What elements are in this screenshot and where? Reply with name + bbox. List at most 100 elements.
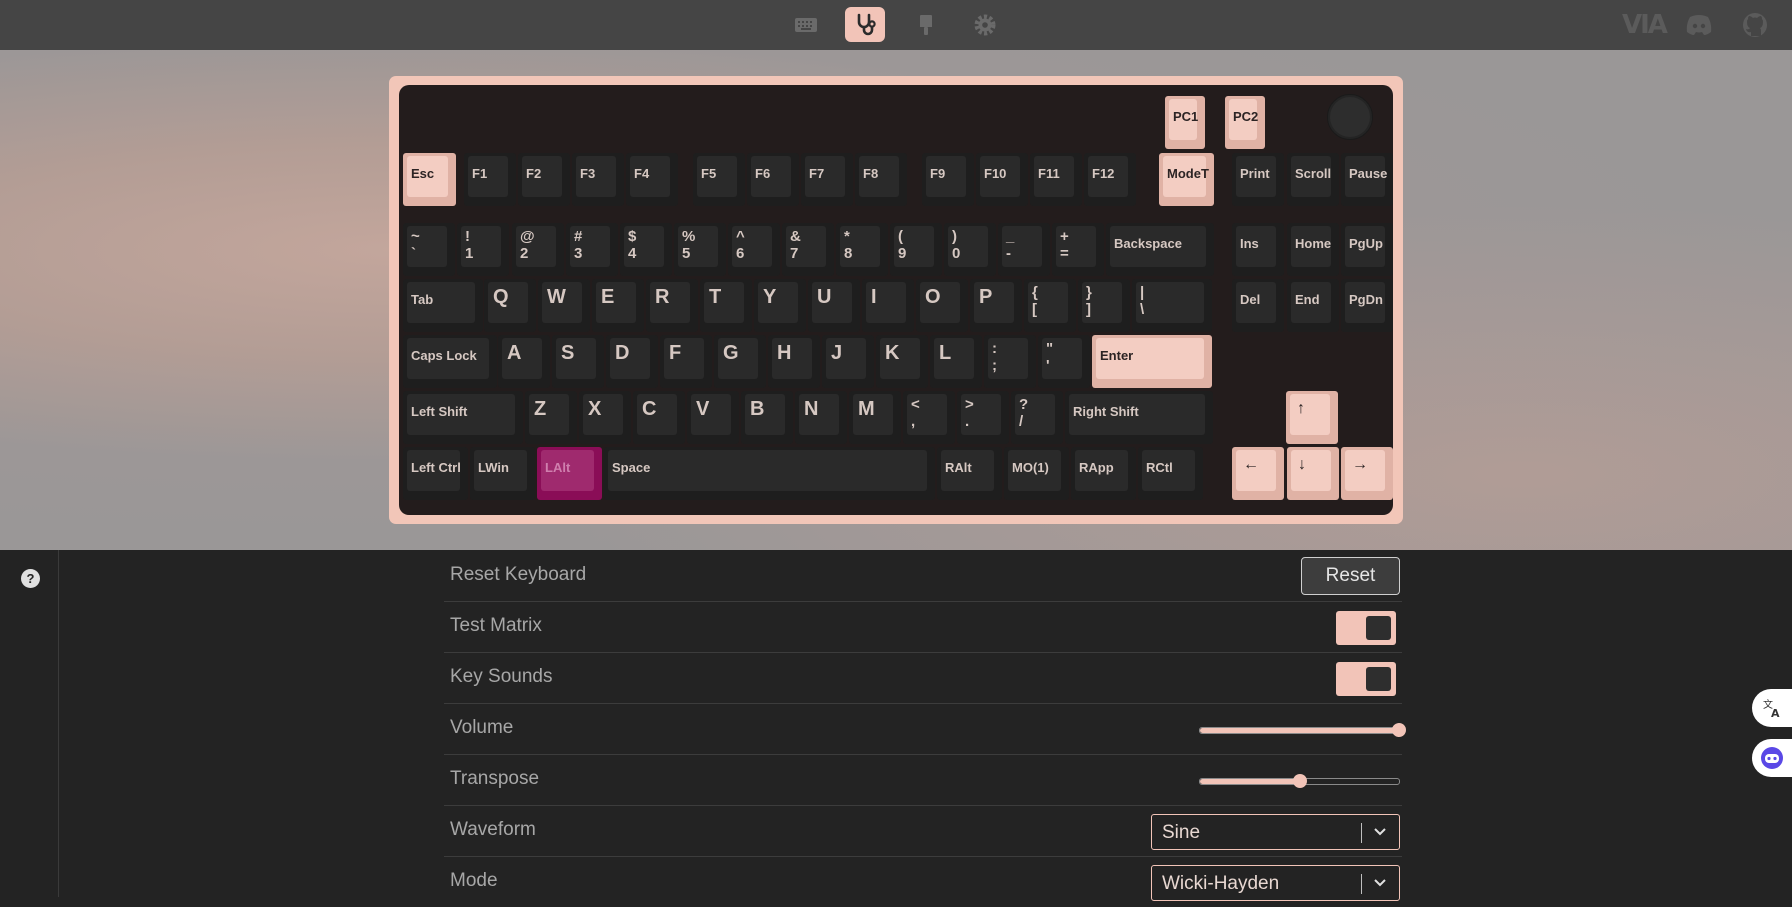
key-f5[interactable]: F5 (693, 153, 745, 206)
key-f8[interactable]: F8 (855, 153, 907, 206)
key-home[interactable]: Home (1287, 223, 1339, 276)
key-e[interactable]: E (592, 279, 644, 332)
key-pc1[interactable]: PC1 (1165, 96, 1205, 149)
key-rapp[interactable]: RApp (1071, 447, 1136, 500)
key-scroll[interactable]: Scroll (1287, 153, 1339, 206)
key-[interactable]: → (1341, 447, 1393, 500)
key-lwin[interactable]: LWin (470, 447, 535, 500)
reset-button[interactable]: Reset (1301, 557, 1400, 595)
key-0[interactable]: ) 0 (944, 223, 996, 276)
stethoscope-icon[interactable] (845, 7, 885, 42)
test-matrix-toggle[interactable] (1336, 611, 1396, 645)
key-x[interactable]: X (579, 391, 631, 444)
key-3[interactable]: # 3 (566, 223, 618, 276)
keyboard-icon[interactable] (786, 7, 826, 42)
key-d[interactable]: D (606, 335, 658, 388)
key-enter[interactable]: Enter (1092, 335, 1212, 388)
key-f9[interactable]: F9 (922, 153, 974, 206)
key-backspace[interactable]: Backspace (1106, 223, 1214, 276)
paintbrush-icon[interactable] (906, 7, 946, 42)
key-8[interactable]: * 8 (836, 223, 888, 276)
mode-select[interactable]: Wicki-Hayden (1151, 865, 1400, 901)
key-mo-1[interactable]: MO(1) (1004, 447, 1069, 500)
key-sounds-toggle[interactable] (1336, 662, 1396, 696)
key-modet[interactable]: ModeT (1159, 153, 1214, 206)
key-[interactable]: | \ (1132, 279, 1212, 332)
key-y[interactable]: Y (754, 279, 806, 332)
translate-icon[interactable]: 文A (1752, 689, 1792, 727)
key-u[interactable]: U (808, 279, 860, 332)
transpose-slider[interactable] (1199, 774, 1400, 788)
key-[interactable]: < , (903, 391, 955, 444)
key-f4[interactable]: F4 (626, 153, 678, 206)
key-[interactable]: " ' (1038, 335, 1090, 388)
github-icon[interactable] (1742, 10, 1768, 40)
gear-icon[interactable] (965, 7, 1005, 42)
key-a[interactable]: A (498, 335, 550, 388)
volume-slider[interactable] (1199, 723, 1406, 737)
via-logo[interactable]: VIA (1622, 10, 1668, 40)
key-z[interactable]: Z (525, 391, 577, 444)
key-f11[interactable]: F11 (1030, 153, 1082, 206)
key-i[interactable]: I (862, 279, 914, 332)
key-[interactable]: ← (1232, 447, 1284, 500)
key-[interactable]: ↓ (1287, 447, 1339, 500)
key-q[interactable]: Q (484, 279, 536, 332)
key-[interactable]: ~ ` (403, 223, 455, 276)
key-p[interactable]: P (970, 279, 1022, 332)
key-[interactable]: ? / (1011, 391, 1063, 444)
key-b[interactable]: B (741, 391, 793, 444)
assistant-bot-icon[interactable] (1752, 739, 1792, 777)
key-n[interactable]: N (795, 391, 847, 444)
key-f7[interactable]: F7 (801, 153, 853, 206)
key-j[interactable]: J (822, 335, 874, 388)
key-esc[interactable]: Esc (403, 153, 456, 206)
key-c[interactable]: C (633, 391, 685, 444)
key-6[interactable]: ^ 6 (728, 223, 780, 276)
help-icon[interactable]: ? (21, 569, 40, 588)
key-f12[interactable]: F12 (1084, 153, 1136, 206)
key-ralt[interactable]: RAlt (937, 447, 1002, 500)
key-1[interactable]: ! 1 (457, 223, 509, 276)
discord-icon[interactable] (1685, 10, 1713, 40)
key-f10[interactable]: F10 (976, 153, 1028, 206)
waveform-select[interactable]: Sine (1151, 814, 1400, 850)
key-k[interactable]: K (876, 335, 928, 388)
key-lalt[interactable]: LAlt (537, 447, 602, 500)
slider-thumb[interactable] (1392, 723, 1406, 737)
key-w[interactable]: W (538, 279, 590, 332)
key-[interactable]: _ - (998, 223, 1050, 276)
key-[interactable]: } ] (1078, 279, 1130, 332)
key-pause[interactable]: Pause (1341, 153, 1393, 206)
key-f6[interactable]: F6 (747, 153, 799, 206)
key-ins[interactable]: Ins (1232, 223, 1284, 276)
key-rctl[interactable]: RCtl (1138, 447, 1203, 500)
key-[interactable]: > . (957, 391, 1009, 444)
key-o[interactable]: O (916, 279, 968, 332)
key-f2[interactable]: F2 (518, 153, 570, 206)
key-f1[interactable]: F1 (464, 153, 516, 206)
key-f[interactable]: F (660, 335, 712, 388)
key-[interactable]: { [ (1024, 279, 1076, 332)
key-5[interactable]: % 5 (674, 223, 726, 276)
key-left-shift[interactable]: Left Shift (403, 391, 523, 444)
key-tab[interactable]: Tab (403, 279, 483, 332)
key-7[interactable]: & 7 (782, 223, 834, 276)
key-f3[interactable]: F3 (572, 153, 624, 206)
key-pgdn[interactable]: PgDn (1341, 279, 1393, 332)
key-9[interactable]: ( 9 (890, 223, 942, 276)
key-t[interactable]: T (700, 279, 752, 332)
key-[interactable]: ↑ (1286, 391, 1338, 444)
key-l[interactable]: L (930, 335, 982, 388)
slider-thumb[interactable] (1292, 774, 1307, 788)
key-space[interactable]: Space (604, 447, 935, 500)
key-right-shift[interactable]: Right Shift (1065, 391, 1213, 444)
key-r[interactable]: R (646, 279, 698, 332)
key-2[interactable]: @ 2 (512, 223, 564, 276)
key-g[interactable]: G (714, 335, 766, 388)
key-v[interactable]: V (687, 391, 739, 444)
key-pgup[interactable]: PgUp (1341, 223, 1393, 276)
key-m[interactable]: M (849, 391, 901, 444)
key-del[interactable]: Del (1232, 279, 1284, 332)
key-left-ctrl[interactable]: Left Ctrl (403, 447, 468, 500)
